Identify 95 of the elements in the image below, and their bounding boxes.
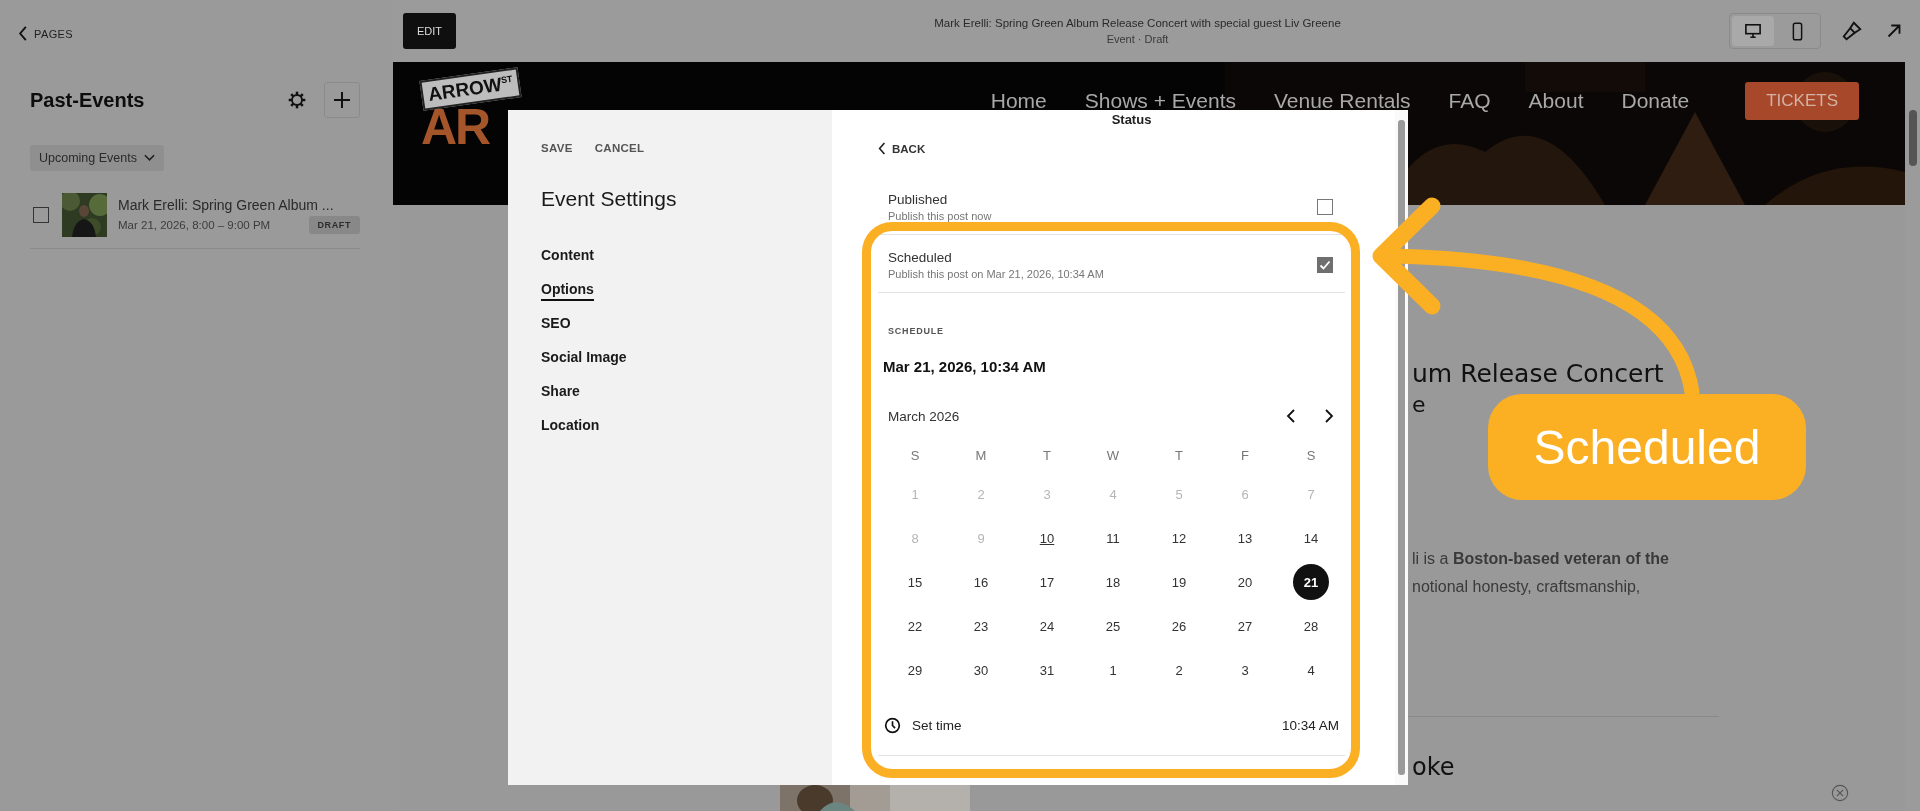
calendar-day[interactable]: 13 — [1212, 516, 1278, 560]
settings-tab[interactable]: Social Image — [541, 349, 627, 369]
clock-icon — [884, 717, 901, 734]
dialog-title: Event Settings — [541, 187, 678, 211]
filter-dropdown[interactable]: Upcoming Events — [30, 145, 164, 171]
settings-tab[interactable]: Content — [541, 247, 594, 267]
nav-link[interactable]: Shows + Events — [1084, 89, 1236, 113]
nav-link[interactable]: Home — [990, 89, 1047, 113]
event-description: notional honesty, craftsmanship, — [1412, 578, 1642, 596]
desktop-view-button[interactable] — [1732, 16, 1774, 46]
settings-tab[interactable]: SEO — [541, 315, 571, 335]
option-description: Publish this post now — [888, 210, 993, 222]
calendar-day[interactable]: 18 — [1080, 560, 1146, 604]
calendar-day[interactable]: 16 — [948, 560, 1014, 604]
time-value[interactable]: 10:34 AM — [1281, 718, 1339, 733]
settings-icon[interactable] — [287, 90, 307, 110]
checkbox[interactable] — [1317, 199, 1333, 215]
calendar-day[interactable]: 25 — [1080, 604, 1146, 648]
nav-link[interactable]: FAQ — [1448, 89, 1491, 113]
plus-icon — [332, 90, 352, 110]
desktop-icon — [1744, 23, 1762, 39]
edit-button[interactable]: EDIT — [403, 13, 457, 49]
calendar-day[interactable]: 3 — [1212, 648, 1278, 692]
calendar-day[interactable]: 4 — [1278, 648, 1344, 692]
chevron-left-icon — [18, 26, 28, 41]
set-time-label[interactable]: Set time — [912, 718, 1271, 733]
event-description: li is a Boston-based veteran of the — [1412, 550, 1670, 568]
weekday-label: W — [1105, 446, 1121, 465]
status-badge: DRAFT — [308, 215, 360, 234]
page-status: Event · Draft — [1106, 33, 1169, 45]
calendar-day[interactable]: 14 — [1278, 516, 1344, 560]
calendar-day[interactable]: 22 — [882, 604, 948, 648]
calendar-day[interactable]: 19 — [1146, 560, 1212, 604]
calendar-day[interactable]: 15 — [882, 560, 948, 604]
month-label: March 2026 — [888, 408, 961, 424]
calendar-day[interactable]: 2 — [1146, 648, 1212, 692]
check-icon — [1318, 258, 1332, 272]
event-date: Mar 21, 2026, 8:00 – 9:00 PM — [118, 218, 271, 231]
weekday-label: F — [1240, 446, 1250, 465]
chevron-down-icon — [143, 154, 155, 162]
add-button[interactable] — [324, 82, 360, 118]
section-label: SCHEDULE — [888, 326, 945, 336]
calendar-day[interactable]: 30 — [948, 648, 1014, 692]
option-label: Published — [888, 192, 949, 207]
panel-title: Status — [1111, 112, 1152, 127]
calendar-day[interactable]: 23 — [948, 604, 1014, 648]
weekday-label: S — [1305, 446, 1317, 465]
previous-month-icon[interactable] — [1285, 408, 1297, 424]
section-heading: oke — [1412, 753, 1456, 781]
calendar-day[interactable]: 24 — [1014, 604, 1080, 648]
event-heading: um Release Concert — [1412, 359, 1665, 388]
phone-icon — [1791, 21, 1803, 41]
event-title[interactable]: Mark Erelli: Spring Green Album ... — [118, 196, 360, 213]
nav-link[interactable]: About — [1528, 89, 1584, 113]
calendar-day[interactable]: 21 — [1293, 564, 1329, 600]
calendar-day[interactable]: 31 — [1014, 648, 1080, 692]
checkbox[interactable] — [1317, 257, 1333, 273]
scrollbar[interactable] — [1909, 110, 1917, 166]
calendar-day[interactable]: 28 — [1278, 604, 1344, 648]
save-button[interactable]: SAVE — [541, 142, 573, 154]
close-icon[interactable] — [1831, 784, 1849, 802]
calendar-day[interactable]: 27 — [1212, 604, 1278, 648]
calendar-day[interactable]: 26 — [1146, 604, 1212, 648]
next-month-icon[interactable] — [1323, 408, 1335, 424]
pages-back-link[interactable]: PAGES — [18, 26, 74, 41]
logo[interactable]: ARROW $^{ST}$ AR — [421, 64, 521, 152]
back-button[interactable]: BACK — [878, 142, 926, 155]
settings-tab[interactable]: Location — [541, 417, 600, 437]
annotation-label: Scheduled — [1488, 394, 1806, 500]
scrollbar[interactable] — [1395, 110, 1408, 785]
option-description: Publish this post on Mar 21, 2026, 10:34 AM — [888, 268, 1105, 280]
page-title: Past-Events — [30, 88, 146, 112]
checkbox[interactable] — [33, 207, 49, 223]
scheduled-date: Mar 21, 2026, 10:34 AM — [883, 358, 1047, 375]
settings-tab[interactable]: Options — [541, 281, 594, 301]
page-title: Mark Erelli: Spring Green Album Release Concert with special guest Liv Greene — [934, 17, 1341, 29]
nav-link[interactable]: Donate — [1621, 89, 1690, 113]
weekday-label: T — [1042, 446, 1052, 465]
calendar-day[interactable]: 10 — [1014, 516, 1080, 560]
weekday-label: T — [1174, 446, 1184, 465]
option-label: Scheduled — [888, 250, 953, 265]
weekday-label: S — [909, 446, 921, 465]
calendar-day[interactable]: 17 — [1014, 560, 1080, 604]
cancel-button[interactable]: CANCEL — [594, 142, 645, 154]
calendar-day[interactable]: 1 — [1080, 648, 1146, 692]
calendar-day[interactable]: 12 — [1146, 516, 1212, 560]
weekday-label: M — [974, 446, 988, 465]
brush-icon[interactable] — [1841, 20, 1863, 42]
calendar-day[interactable]: 29 — [882, 648, 948, 692]
calendar-day[interactable]: 11 — [1080, 516, 1146, 560]
settings-tab[interactable]: Share — [541, 383, 580, 403]
calendar-day[interactable]: 20 — [1212, 560, 1278, 604]
chevron-left-icon — [878, 142, 886, 155]
event-heading: e — [1412, 392, 1427, 417]
nav-link[interactable]: Venue Rentals — [1273, 89, 1411, 113]
